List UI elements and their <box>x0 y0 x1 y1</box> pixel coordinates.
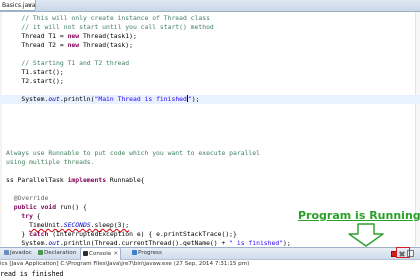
code-token: .println( <box>59 95 95 103</box>
tab-label: Javadoc <box>10 250 32 256</box>
code-token: try <box>21 212 33 220</box>
code-token: } <box>6 230 30 238</box>
progress-icon <box>132 250 137 255</box>
program-running-annotation: Program is Running <box>298 209 420 222</box>
code-line[interactable]: Thread T1 = new Thread(task1); <box>0 32 420 41</box>
console-icon <box>83 251 88 256</box>
code-line[interactable]: using multiple threads. <box>0 158 420 167</box>
code-line[interactable] <box>0 104 420 113</box>
javadoc-icon <box>4 250 9 255</box>
code-token: Thread T2 = <box>6 41 68 49</box>
code-token: ); <box>283 239 291 246</box>
code-token: // it will not start until you call star… <box>6 23 214 31</box>
code-token: T1.start(); <box>6 68 64 76</box>
tab-progress[interactable]: Progress <box>132 248 162 259</box>
code-token: T2.start(); <box>6 77 64 85</box>
down-arrow-icon <box>348 223 384 247</box>
declaration-icon <box>38 250 43 255</box>
code-token: TimeUnit. <box>29 221 64 229</box>
code-line[interactable]: // This will only create instance of Thr… <box>0 14 420 23</box>
code-line[interactable]: T2.start(); <box>0 77 420 86</box>
code-token: using multiple threads. <box>6 158 95 166</box>
code-token: Thread(task); <box>79 41 133 49</box>
code-line[interactable]: @Override <box>0 194 420 203</box>
close-icon[interactable]: × <box>113 250 118 257</box>
code-token: @Override <box>6 194 49 202</box>
code-token: ); <box>191 95 200 103</box>
code-token: .println(Thread.currentThread().getName(… <box>59 239 230 246</box>
code-token: Always use Runnable to put code which yo… <box>6 149 260 157</box>
code-token: (InterruptedException e) { e.printStackT… <box>48 230 237 238</box>
code-token: { <box>32 212 41 220</box>
code-line[interactable]: System.out.println("Main Thread is finis… <box>0 95 420 104</box>
code-token: new <box>67 32 80 40</box>
code-token: void <box>40 203 57 211</box>
tab-label: Progress <box>138 250 162 256</box>
code-line[interactable] <box>0 50 420 59</box>
code-line[interactable] <box>0 140 420 149</box>
code-line[interactable]: // it will not start until you call star… <box>0 23 420 32</box>
code-line[interactable] <box>0 185 420 194</box>
code-line[interactable]: // Starting T1 and T2 thread <box>0 59 420 68</box>
close-icon[interactable]: × <box>27 0 32 11</box>
code-line[interactable]: Thread T2 = new Thread(task); <box>0 41 420 50</box>
editor-tab-bar: Basics.java × <box>0 0 420 12</box>
tab-console[interactable]: Console × <box>80 247 122 260</box>
editor-tab-basics-java[interactable]: Basics.java × <box>0 0 36 11</box>
code-token: Runnable{ <box>106 176 145 184</box>
terminate-highlight <box>396 247 410 258</box>
code-line[interactable] <box>0 122 420 131</box>
tab-declaration[interactable]: Declaration <box>38 248 76 259</box>
code-token: .sleep(3); <box>90 221 130 229</box>
code-line[interactable]: T1.start(); <box>0 68 420 77</box>
console-output[interactable]: read is finished <box>0 269 420 280</box>
code-token: SECONDS <box>63 221 91 229</box>
code-line[interactable] <box>0 131 420 140</box>
code-token: Thread T1 = <box>6 32 68 40</box>
code-token: ss ParallelTask <box>6 176 68 184</box>
code-token: public <box>13 203 37 211</box>
code-token: System. <box>6 95 49 103</box>
code-token: implements <box>67 176 107 184</box>
code-line[interactable]: ss ParallelTask implements Runnable{ <box>0 176 420 185</box>
view-tab-bar: Javadoc Declaration Console × Progress <box>0 247 420 260</box>
code-token: " is finished" <box>229 239 284 246</box>
code-line[interactable] <box>0 167 420 176</box>
code-line[interactable]: Always use Runnable to put code which yo… <box>0 149 420 158</box>
code-token: // Starting T1 and T2 thread <box>6 59 130 67</box>
code-token: catch <box>29 230 49 238</box>
code-token: out <box>48 239 60 246</box>
tab-label: Declaration <box>44 250 77 256</box>
console-launch-info: ics [Java Application] C:\Program Files\… <box>0 261 250 267</box>
tab-javadoc[interactable]: Javadoc <box>4 248 32 259</box>
code-token: run() { <box>56 203 87 211</box>
tab-label: Console <box>89 251 112 257</box>
code-token: new <box>67 41 80 49</box>
code-line[interactable] <box>0 113 420 122</box>
code-token: Thread(task1); <box>79 32 137 40</box>
code-token: // This will only create instance of Thr… <box>6 14 210 22</box>
code-token: out <box>48 95 60 103</box>
code-token: System. <box>6 239 49 246</box>
code-token: "Main Thread is finished" <box>94 95 192 103</box>
code-line[interactable] <box>0 86 420 95</box>
